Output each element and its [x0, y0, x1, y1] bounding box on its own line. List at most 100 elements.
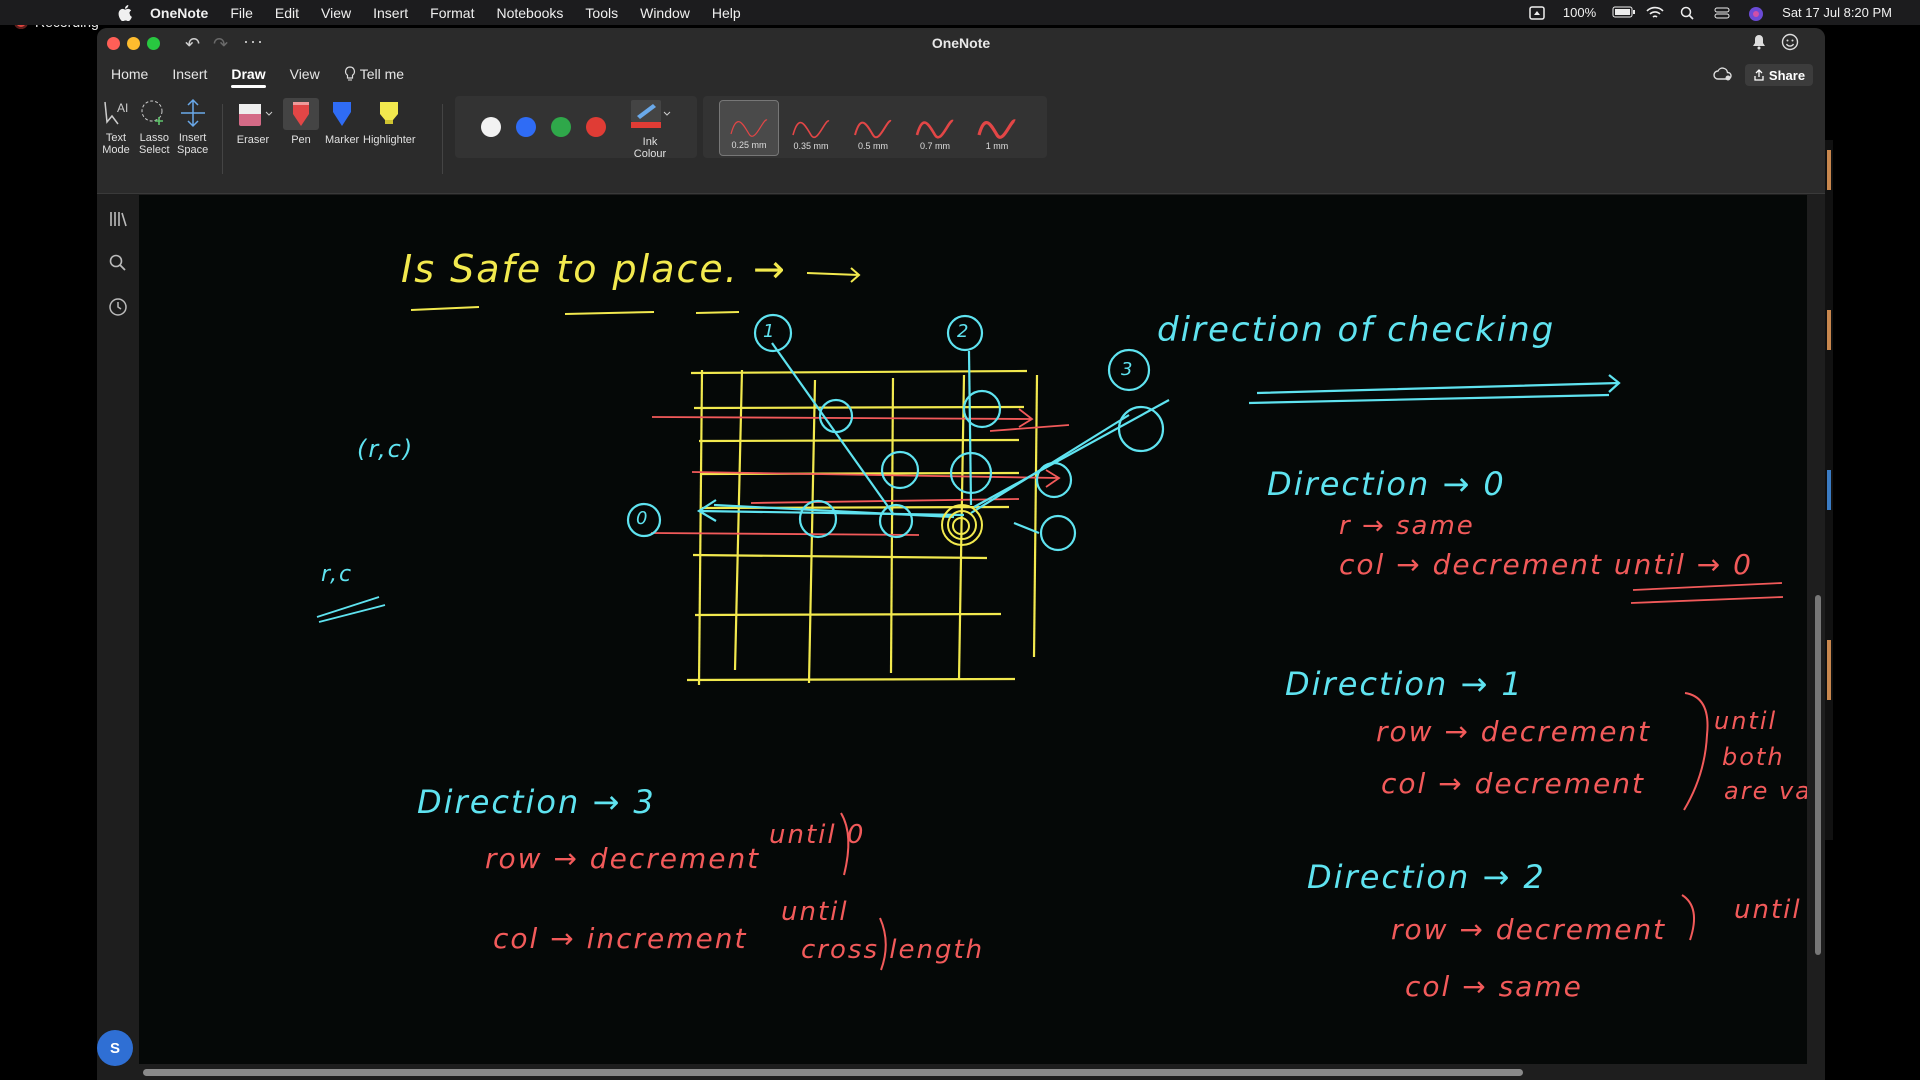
menu-window[interactable]: Window — [640, 5, 690, 21]
clock[interactable]: Sat 17 Jul 8:20 PM — [1782, 5, 1892, 20]
vertical-scrollbar[interactable] — [1807, 195, 1825, 1080]
battery-percent: 100% — [1562, 5, 1597, 20]
minimize-window-button[interactable] — [127, 37, 140, 50]
direction-2-note: until → 0 — [1734, 895, 1807, 925]
lasso-select-tool[interactable]: Lasso Select — [139, 98, 170, 156]
tell-me-search[interactable]: Tell me — [334, 58, 414, 90]
menu-format[interactable]: Format — [430, 5, 474, 21]
ribbon-divider — [222, 104, 223, 174]
direction-2-title: Direction → 2 — [1307, 858, 1546, 896]
direction-of-checking-label: direction of checking — [1157, 310, 1556, 350]
menu-tools[interactable]: Tools — [585, 5, 618, 21]
lasso-icon — [141, 100, 164, 125]
direction-1-note-3: are valid — [1724, 777, 1807, 805]
recent-notes-clock-icon[interactable] — [108, 297, 128, 317]
system-menu-bar: OneNote File Edit View Insert Format Not… — [0, 0, 1920, 25]
apple-icon[interactable] — [116, 4, 134, 22]
ribbon-divider — [442, 104, 443, 174]
wifi-icon[interactable] — [1646, 6, 1664, 20]
thickness-05-option[interactable]: 0.5 mm — [843, 100, 903, 156]
insert-space-icon — [180, 98, 205, 128]
direction-3-line-2: col → increment — [493, 922, 748, 955]
onenote-window: ↶ ↷ ··· OneNote Home Insert Draw View Te… — [97, 28, 1825, 1080]
thickness-1-option[interactable]: 1 mm — [967, 100, 1027, 156]
direction-3-note-1: until 0 — [769, 820, 866, 850]
close-window-button[interactable] — [107, 37, 120, 50]
notebooks-icon[interactable] — [108, 209, 128, 229]
maximize-window-button[interactable] — [147, 37, 160, 50]
direction-2-line-2: col → same — [1405, 970, 1583, 1003]
ribbon-tabs: Home Insert Draw View Tell me — [97, 58, 1825, 90]
direction-0-title: Direction → 0 — [1267, 465, 1506, 503]
pen-icon — [283, 98, 319, 130]
share-button[interactable]: Share — [1745, 64, 1813, 86]
circle-label-0: 0 — [636, 508, 650, 529]
direction-1-note-2: both — [1722, 743, 1785, 771]
lightbulb-icon — [344, 66, 355, 81]
tab-draw[interactable]: Draw — [221, 58, 275, 90]
tab-view[interactable]: View — [280, 58, 330, 90]
menu-help[interactable]: Help — [712, 5, 741, 21]
menu-app-name[interactable]: OneNote — [150, 5, 208, 21]
notifications-bell-icon[interactable] — [1751, 34, 1767, 50]
direction-3-title: Direction → 3 — [417, 783, 656, 821]
direction-1-line-1: row → decrement — [1376, 715, 1652, 748]
direction-2-line-1: row → decrement — [1391, 913, 1667, 946]
rc-label-1: (r,c) — [357, 435, 415, 463]
thickness-025-option[interactable]: 0.25 mm — [719, 100, 779, 156]
tab-insert[interactable]: Insert — [162, 58, 217, 90]
direction-3-note-2: until — [781, 897, 849, 927]
redo-icon[interactable]: ↷ — [213, 34, 228, 55]
title-bar: ↶ ↷ ··· OneNote — [97, 28, 1825, 58]
stroke-preview-icon — [977, 119, 1017, 139]
d0-underlines — [1630, 582, 1784, 604]
menu-view[interactable]: View — [321, 5, 351, 21]
note-title: Is Safe to place. → — [401, 247, 787, 291]
pen-thickness-palette: 0.25 mm 0.35 mm 0.5 mm 0.7 mm 1 mm — [703, 96, 1047, 158]
share-label: Share — [1768, 67, 1806, 83]
direction-0-line-2: col → decrement until → 0 — [1339, 548, 1753, 581]
spotlight-search-icon[interactable] — [1680, 6, 1698, 20]
direction-3-note-3: cross length — [801, 935, 985, 965]
note-canvas[interactable]: Is Safe to place. → direction of checkin… — [139, 195, 1807, 1080]
battery-icon[interactable] — [1612, 6, 1636, 20]
menu-insert[interactable]: Insert — [373, 5, 408, 21]
eraser-tool[interactable]: Eraser — [233, 98, 273, 146]
circle-label-3: 3 — [1121, 359, 1135, 380]
vertical-scroll-thumb[interactable] — [1815, 595, 1821, 955]
feedback-smiley-icon[interactable] — [1781, 33, 1799, 51]
color-green-swatch[interactable] — [551, 117, 571, 137]
thickness-07-option[interactable]: 0.7 mm — [905, 100, 965, 156]
horizontal-scrollbar[interactable] — [139, 1064, 1807, 1080]
menu-edit[interactable]: Edit — [275, 5, 299, 21]
user-avatar[interactable]: S — [97, 1030, 133, 1066]
ink-colour-button[interactable]: Ink Colour — [629, 98, 671, 160]
text-mode-tool[interactable]: AI Text Mode — [101, 98, 131, 156]
undo-icon[interactable]: ↶ — [185, 34, 200, 55]
share-icon — [1754, 69, 1764, 81]
menu-notebooks[interactable]: Notebooks — [496, 5, 563, 21]
menu-file[interactable]: File — [230, 5, 253, 21]
color-red-swatch[interactable] — [586, 117, 606, 137]
highlighter-tool[interactable]: Highlighter — [363, 98, 416, 146]
stroke-preview-icon — [730, 119, 768, 137]
color-white-swatch[interactable] — [481, 117, 501, 137]
sync-status-icon[interactable] — [1713, 66, 1733, 82]
pen-tool[interactable]: Pen — [283, 98, 319, 146]
highlighter-icon — [380, 102, 399, 124]
color-blue-swatch[interactable] — [516, 117, 536, 137]
stroke-preview-icon — [854, 119, 892, 139]
circle-label-1: 1 — [763, 321, 777, 342]
rc-label-2: r,c — [321, 562, 354, 587]
horizontal-scroll-thumb[interactable] — [143, 1069, 1523, 1076]
marker-tool[interactable]: Marker — [325, 98, 359, 146]
control-center-icon[interactable] — [1714, 6, 1732, 20]
insert-space-tool[interactable]: Insert Space — [177, 98, 208, 156]
search-icon[interactable] — [108, 253, 128, 273]
screen-share-icon[interactable] — [1529, 5, 1547, 20]
siri-icon[interactable] — [1748, 6, 1766, 21]
thickness-035-option[interactable]: 0.35 mm — [781, 100, 841, 156]
navigation-sidebar: S — [97, 195, 139, 1080]
more-options-icon[interactable]: ··· — [243, 31, 264, 52]
tab-home[interactable]: Home — [101, 58, 158, 90]
